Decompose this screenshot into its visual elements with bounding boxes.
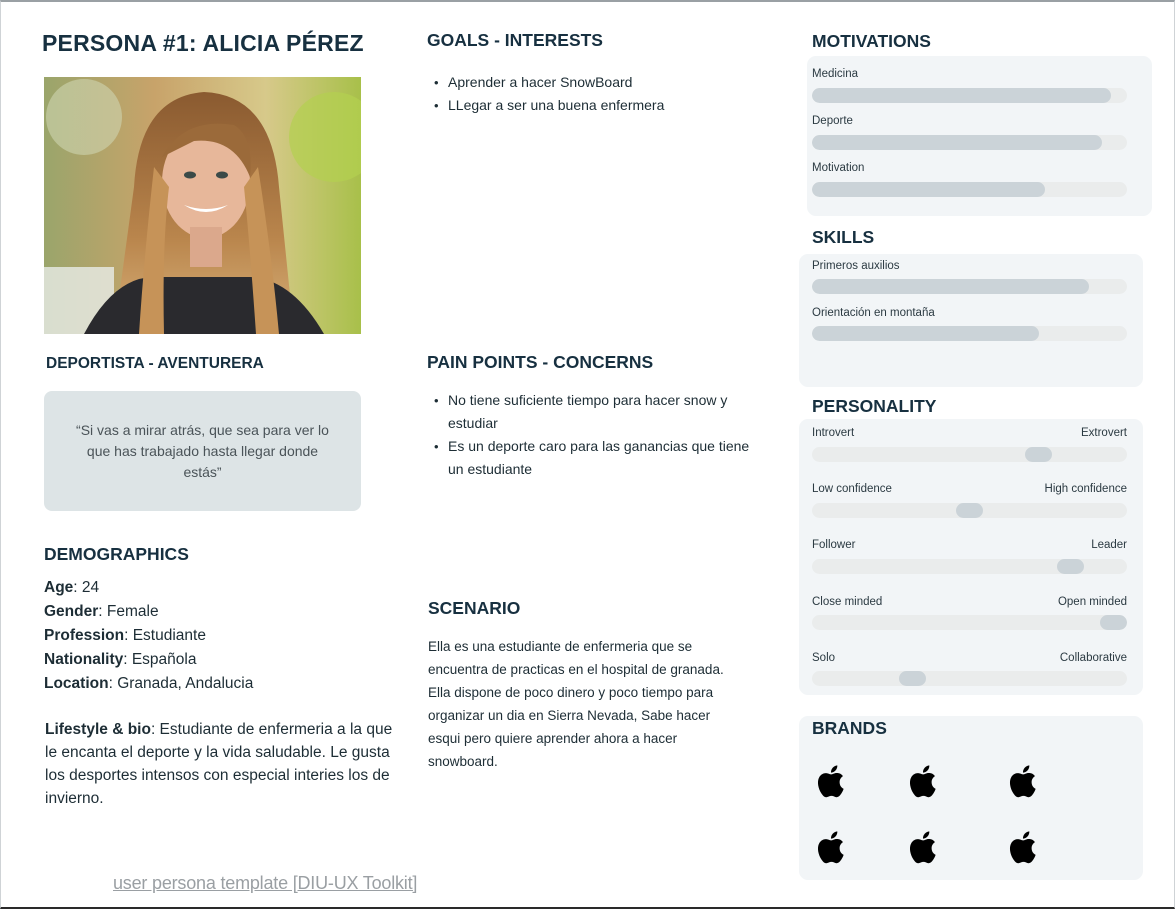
trait-slider <box>812 503 1127 518</box>
trait-left-label: Solo <box>812 652 836 664</box>
trait-right-label: Open minded <box>1057 596 1127 608</box>
demographics-label: Location <box>44 675 109 692</box>
pain-points-list: No tiene suficiente tiempo para hacer sn… <box>428 389 750 481</box>
demographics-value: : 24 <box>73 579 100 596</box>
scenario-heading: SCENARIO <box>428 598 521 618</box>
demographics-label: Nationality <box>44 651 124 668</box>
demographics-label: Profession <box>44 627 125 644</box>
motivation-bar-fill <box>812 135 1102 150</box>
persona-subtitle: DEPORTISTA - AVENTURERA <box>46 355 264 372</box>
trait-slider-knob <box>1100 615 1127 630</box>
demographics-row-location: Location: Granada, Andalucia <box>44 672 394 696</box>
scenario-text: Ella es una estudiante de enfermeria que… <box>428 639 724 769</box>
apple-logo-icon <box>817 831 844 864</box>
trait-slider <box>812 447 1127 462</box>
goal-item: Aprender a hacer SnowBoard <box>428 71 748 94</box>
trait-left-label: Low confidence <box>812 483 892 495</box>
pain-point-item: Es un deporte caro para las ganancias qu… <box>428 435 750 481</box>
goals-heading: GOALS - INTERESTS <box>427 30 603 50</box>
demographics-heading: DEMOGRAPHICS <box>44 544 189 564</box>
skill-label: Primeros auxilios <box>812 260 900 272</box>
motivation-label: Deporte <box>812 115 853 127</box>
trait-left-label: Introvert <box>812 427 855 439</box>
goals-list: Aprender a hacer SnowBoard LLegar a ser … <box>428 71 748 117</box>
apple-logo-icon <box>1009 831 1036 864</box>
pain-point-item: No tiene suficiente tiempo para hacer sn… <box>428 389 750 435</box>
trait-slider <box>812 559 1127 574</box>
bio-label: Lifestyle & bio <box>45 721 151 738</box>
apple-logo-icon <box>1009 765 1036 798</box>
demographics-row-age: Age: 24 <box>44 576 394 600</box>
demographics-label: Age <box>44 579 74 596</box>
motivations-heading: MOTIVATIONS <box>812 31 931 51</box>
apple-logo-icon <box>909 765 936 798</box>
trait-slider <box>812 671 1127 686</box>
motivation-bar <box>812 182 1127 197</box>
skill-bar <box>812 326 1127 341</box>
trait-right-label: Extrovert <box>1080 427 1127 439</box>
motivation-bar-fill <box>812 88 1112 103</box>
trait-slider-knob <box>899 671 927 686</box>
trait-right-label: High confidence <box>1044 483 1127 495</box>
skill-bar-fill <box>812 279 1090 294</box>
motivation-label: Motivation <box>812 162 865 174</box>
trait-slider-knob <box>1056 559 1084 574</box>
apple-logo-icon <box>817 765 844 798</box>
pain-points-heading: PAIN POINTS - CONCERNS <box>427 352 654 372</box>
persona-quote: “Si vas a mirar atrás, que sea para ver … <box>76 421 329 480</box>
toolkit-link[interactable]: user persona template [DIU-UX Toolkit] <box>113 873 417 894</box>
motivation-bar-fill <box>812 182 1046 197</box>
demographics-value: : Española <box>123 651 197 668</box>
motivation-bar <box>812 135 1127 150</box>
demographics-row-gender: Gender: Female <box>44 600 394 624</box>
brands-panel <box>799 716 1143 880</box>
demographics-value: : Granada, Andalucia <box>108 675 254 692</box>
skills-heading: SKILLS <box>812 227 875 247</box>
demographics-list: Age: 24 Gender: Female Profession: Estud… <box>44 576 394 696</box>
skill-bar-fill <box>812 326 1039 341</box>
persona-photo <box>44 77 361 334</box>
trait-slider <box>812 615 1127 630</box>
demographics-value: : Estudiante <box>124 627 206 644</box>
trait-right-label: Collaborative <box>1059 652 1127 664</box>
lifestyle-bio: Lifestyle & bio: Estudiante de enfermeri… <box>45 718 395 810</box>
motivation-label: Medicina <box>812 68 859 80</box>
demographics-row-nationality: Nationality: Española <box>44 648 394 672</box>
demographics-value: : Female <box>98 603 159 620</box>
trait-left-label: Close minded <box>812 596 883 608</box>
personality-heading: PERSONALITY <box>812 396 937 416</box>
skill-label: Orientación en montaña <box>812 307 935 319</box>
skills-panel <box>799 254 1143 387</box>
trait-slider-knob <box>956 503 983 518</box>
brands-heading: BRANDS <box>812 718 887 738</box>
demographics-row-profession: Profession: Estudiante <box>44 624 394 648</box>
trait-left-label: Follower <box>812 539 856 551</box>
skill-bar <box>812 279 1127 294</box>
persona-title: PERSONA #1: ALICIA PÉREZ <box>42 30 364 56</box>
demographics-label: Gender <box>44 603 99 620</box>
goal-item: LLegar a ser una buena enfermera <box>428 94 748 117</box>
apple-logo-icon <box>909 831 936 864</box>
trait-right-label: Leader <box>1091 539 1127 551</box>
motivation-bar <box>812 88 1127 103</box>
persona-quote-box: “Si vas a mirar atrás, que sea para ver … <box>44 391 361 511</box>
trait-slider-knob <box>1025 447 1053 462</box>
